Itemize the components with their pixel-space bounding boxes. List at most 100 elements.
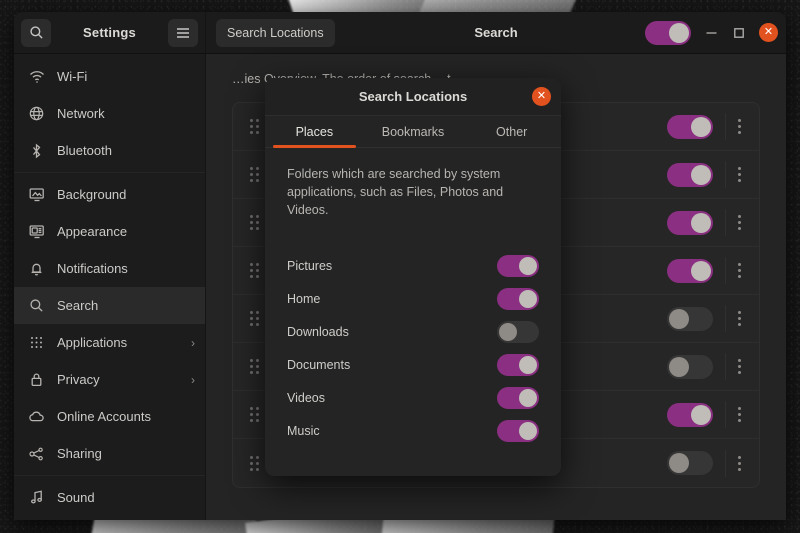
tab-bookmarks[interactable]: Bookmarks <box>364 116 463 147</box>
row-menu-icon[interactable] <box>725 353 753 381</box>
dialog-title: Search Locations <box>358 89 468 104</box>
hamburger-menu-icon[interactable] <box>168 18 198 47</box>
background-icon <box>28 186 45 203</box>
sidebar-item-label: Appearance <box>57 224 128 239</box>
sidebar-item-network[interactable]: Network <box>14 95 205 132</box>
drag-handle-icon[interactable] <box>247 167 261 183</box>
folder-toggle-pictures[interactable] <box>497 254 539 277</box>
provider-toggle[interactable] <box>667 354 713 379</box>
drag-handle-icon[interactable] <box>247 263 261 279</box>
maximize-button[interactable] <box>731 25 747 41</box>
folder-label: Home <box>287 291 321 306</box>
provider-toggle[interactable] <box>667 451 713 476</box>
drag-handle-icon[interactable] <box>247 455 261 471</box>
folder-toggle-videos[interactable] <box>497 386 539 409</box>
sidebar-item-appearance[interactable]: Appearance <box>14 213 205 250</box>
folder-label: Pictures <box>287 258 333 273</box>
network-icon <box>28 105 45 122</box>
header-bar: Settings Search Locations Search ✕ <box>14 12 786 54</box>
appearance-icon <box>28 223 45 240</box>
folder-toggle-downloads[interactable] <box>497 320 539 343</box>
folder-row-downloads[interactable]: Downloads <box>287 315 539 348</box>
sidebar-header: Settings <box>14 12 206 53</box>
provider-toggle[interactable] <box>667 402 713 427</box>
toggle-knob <box>691 404 711 425</box>
provider-toggle[interactable] <box>667 258 713 283</box>
toggle-knob <box>669 356 689 377</box>
folder-row-videos[interactable]: Videos <box>287 381 539 414</box>
minimize-button[interactable] <box>703 25 719 41</box>
sidebar-item-sharing[interactable]: Sharing <box>14 435 205 472</box>
sidebar-item-background[interactable]: Background <box>14 176 205 213</box>
settings-window: Settings Search Locations Search ✕ Wi-Fi… <box>14 12 786 520</box>
row-menu-icon[interactable] <box>725 209 753 237</box>
toggle-knob <box>669 453 689 474</box>
row-menu-icon[interactable] <box>725 401 753 429</box>
provider-toggle[interactable] <box>667 306 713 331</box>
toggle-knob <box>519 256 537 275</box>
row-menu-icon[interactable] <box>725 161 753 189</box>
drag-handle-icon[interactable] <box>247 215 261 231</box>
row-menu-icon[interactable] <box>725 257 753 285</box>
search-master-toggle[interactable] <box>645 20 691 45</box>
sidebar-item-search[interactable]: Search <box>14 287 205 324</box>
tab-other[interactable]: Other <box>462 116 561 147</box>
sidebar-item-online-accounts[interactable]: Online Accounts <box>14 398 205 435</box>
toggle-knob <box>499 322 517 341</box>
folder-toggle-home[interactable] <box>497 287 539 310</box>
dialog-tabs: Places Bookmarks Other <box>265 116 561 148</box>
folder-toggle-documents[interactable] <box>497 353 539 376</box>
sidebar-item-label: Sharing <box>57 446 102 461</box>
drag-handle-icon[interactable] <box>247 359 261 375</box>
bluetooth-icon <box>28 142 45 159</box>
sidebar-item-label: Applications <box>57 335 128 350</box>
row-menu-icon[interactable] <box>725 113 753 141</box>
folder-row-documents[interactable]: Documents <box>287 348 539 381</box>
toggle-knob <box>669 308 689 329</box>
sidebar-item-label: Network <box>57 106 105 121</box>
drag-handle-icon[interactable] <box>247 119 261 135</box>
drag-handle-icon[interactable] <box>247 311 261 327</box>
row-menu-icon[interactable] <box>725 305 753 333</box>
tab-places[interactable]: Places <box>265 116 364 148</box>
drag-handle-icon[interactable] <box>247 407 261 423</box>
sidebar-item-label: Privacy <box>57 372 100 387</box>
provider-toggle[interactable] <box>667 162 713 187</box>
sidebar: Wi-Fi Network Bluetooth Background Appea… <box>14 54 206 520</box>
search-icon <box>28 297 45 314</box>
dialog-header: Search Locations ✕ <box>265 78 561 116</box>
sidebar-item-label: Background <box>57 187 127 202</box>
sidebar-item-bluetooth[interactable]: Bluetooth <box>14 132 205 169</box>
sidebar-item-notifications[interactable]: Notifications <box>14 250 205 287</box>
sidebar-divider <box>14 475 205 476</box>
notifications-icon <box>28 260 45 277</box>
close-icon[interactable]: ✕ <box>532 87 551 106</box>
toggle-knob <box>691 116 711 137</box>
sidebar-item-label: Search <box>57 298 99 313</box>
toggle-knob <box>519 388 537 407</box>
close-icon[interactable]: ✕ <box>759 23 778 42</box>
row-menu-icon[interactable] <box>725 449 753 477</box>
sidebar-item-sound[interactable]: Sound <box>14 479 205 516</box>
search-locations-dialog: Search Locations ✕ Places Bookmarks Othe… <box>265 78 561 476</box>
dialog-body: Folders which are searched by system app… <box>265 148 561 476</box>
sharing-icon <box>28 445 45 462</box>
folder-row-music[interactable]: Music <box>287 414 539 447</box>
sidebar-item-wifi[interactable]: Wi-Fi <box>14 58 205 95</box>
folder-label: Music <box>287 423 320 438</box>
toggle-knob <box>691 260 711 281</box>
sidebar-item-label: Wi-Fi <box>57 69 88 84</box>
provider-toggle[interactable] <box>667 210 713 235</box>
folder-label: Videos <box>287 390 325 405</box>
folder-toggle-music[interactable] <box>497 419 539 442</box>
folder-row-home[interactable]: Home <box>287 282 539 315</box>
sidebar-item-privacy[interactable]: Privacy › <box>14 361 205 398</box>
provider-toggle[interactable] <box>667 114 713 139</box>
search-locations-button[interactable]: Search Locations <box>216 18 335 47</box>
folder-row-pictures[interactable]: Pictures <box>287 249 539 282</box>
toggle-knob <box>519 421 537 440</box>
sidebar-item-power[interactable]: Power <box>14 516 205 520</box>
folder-label: Downloads <box>287 324 349 339</box>
sidebar-item-applications[interactable]: Applications › <box>14 324 205 361</box>
search-icon[interactable] <box>21 18 51 47</box>
